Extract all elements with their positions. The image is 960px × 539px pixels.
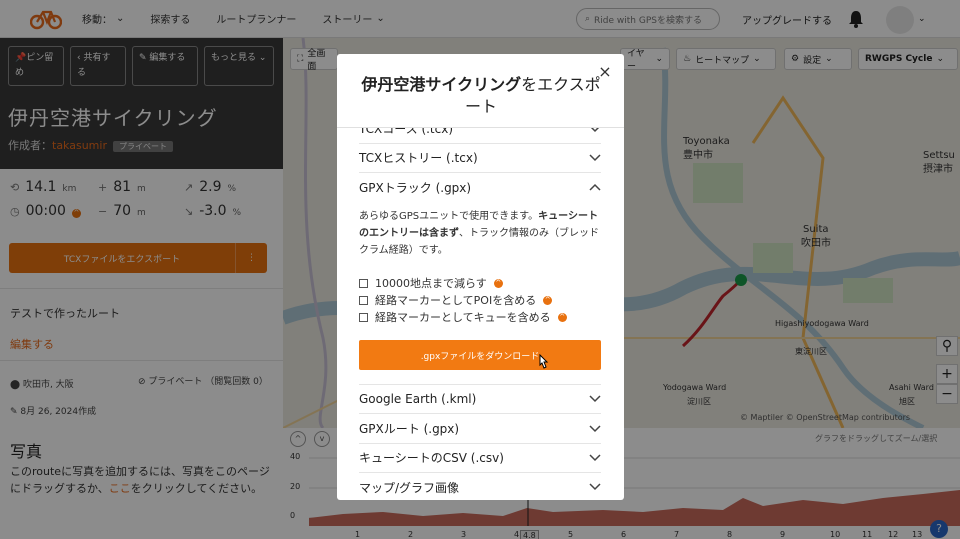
- chevron-down-icon: [589, 153, 601, 161]
- format-kml[interactable]: Google Earth (.kml): [359, 384, 601, 414]
- mouse-pointer-icon: [539, 354, 549, 369]
- format-tcx-history[interactable]: TCXヒストリー (.tcx): [359, 143, 601, 173]
- format-gpx-route[interactable]: GPXルート (.gpx): [359, 414, 601, 444]
- info-icon[interactable]: ^: [493, 278, 503, 288]
- export-modal: × 伊丹空港サイクリングをエクスポート TCXコース (.tcx) TCXヒスト…: [337, 54, 624, 500]
- format-cue-csv[interactable]: キューシートのCSV (.csv): [359, 443, 601, 473]
- info-icon[interactable]: ^: [557, 312, 567, 322]
- info-icon[interactable]: ^: [543, 295, 553, 305]
- chevron-down-icon: [591, 128, 599, 132]
- checkbox[interactable]: [359, 312, 368, 322]
- modal-title: 伊丹空港サイクリングをエクスポート: [361, 75, 601, 116]
- option-reduce-points[interactable]: 10000地点まで減らす ^: [359, 275, 503, 291]
- chevron-up-icon: [589, 183, 601, 191]
- format-map-image[interactable]: マップ/グラフ画像: [359, 472, 601, 500]
- checkbox[interactable]: [359, 278, 368, 288]
- option-include-poi[interactable]: 経路マーカーとしてPOIを含める ^: [359, 292, 553, 308]
- download-gpx-button[interactable]: .gpxファイルをダウンロード: [359, 340, 601, 370]
- chevron-down-icon: [589, 453, 601, 461]
- chevron-down-icon: [589, 424, 601, 432]
- checkbox[interactable]: [359, 295, 368, 305]
- format-tcx-course[interactable]: TCXコース (.tcx): [359, 128, 601, 144]
- chevron-down-icon: [589, 395, 601, 403]
- export-format-list: TCXコース (.tcx) TCXヒストリー (.tcx) GPXトラック (.…: [337, 127, 624, 500]
- option-include-cues[interactable]: 経路マーカーとしてキューを含める ^: [359, 309, 567, 325]
- gpx-description: あらゆるGPSユニットで使用できます。キューシートのエントリーは含まず、トラック…: [359, 211, 599, 256]
- format-gpx-track[interactable]: GPXトラック (.gpx): [359, 172, 601, 202]
- chevron-down-icon: [589, 483, 601, 491]
